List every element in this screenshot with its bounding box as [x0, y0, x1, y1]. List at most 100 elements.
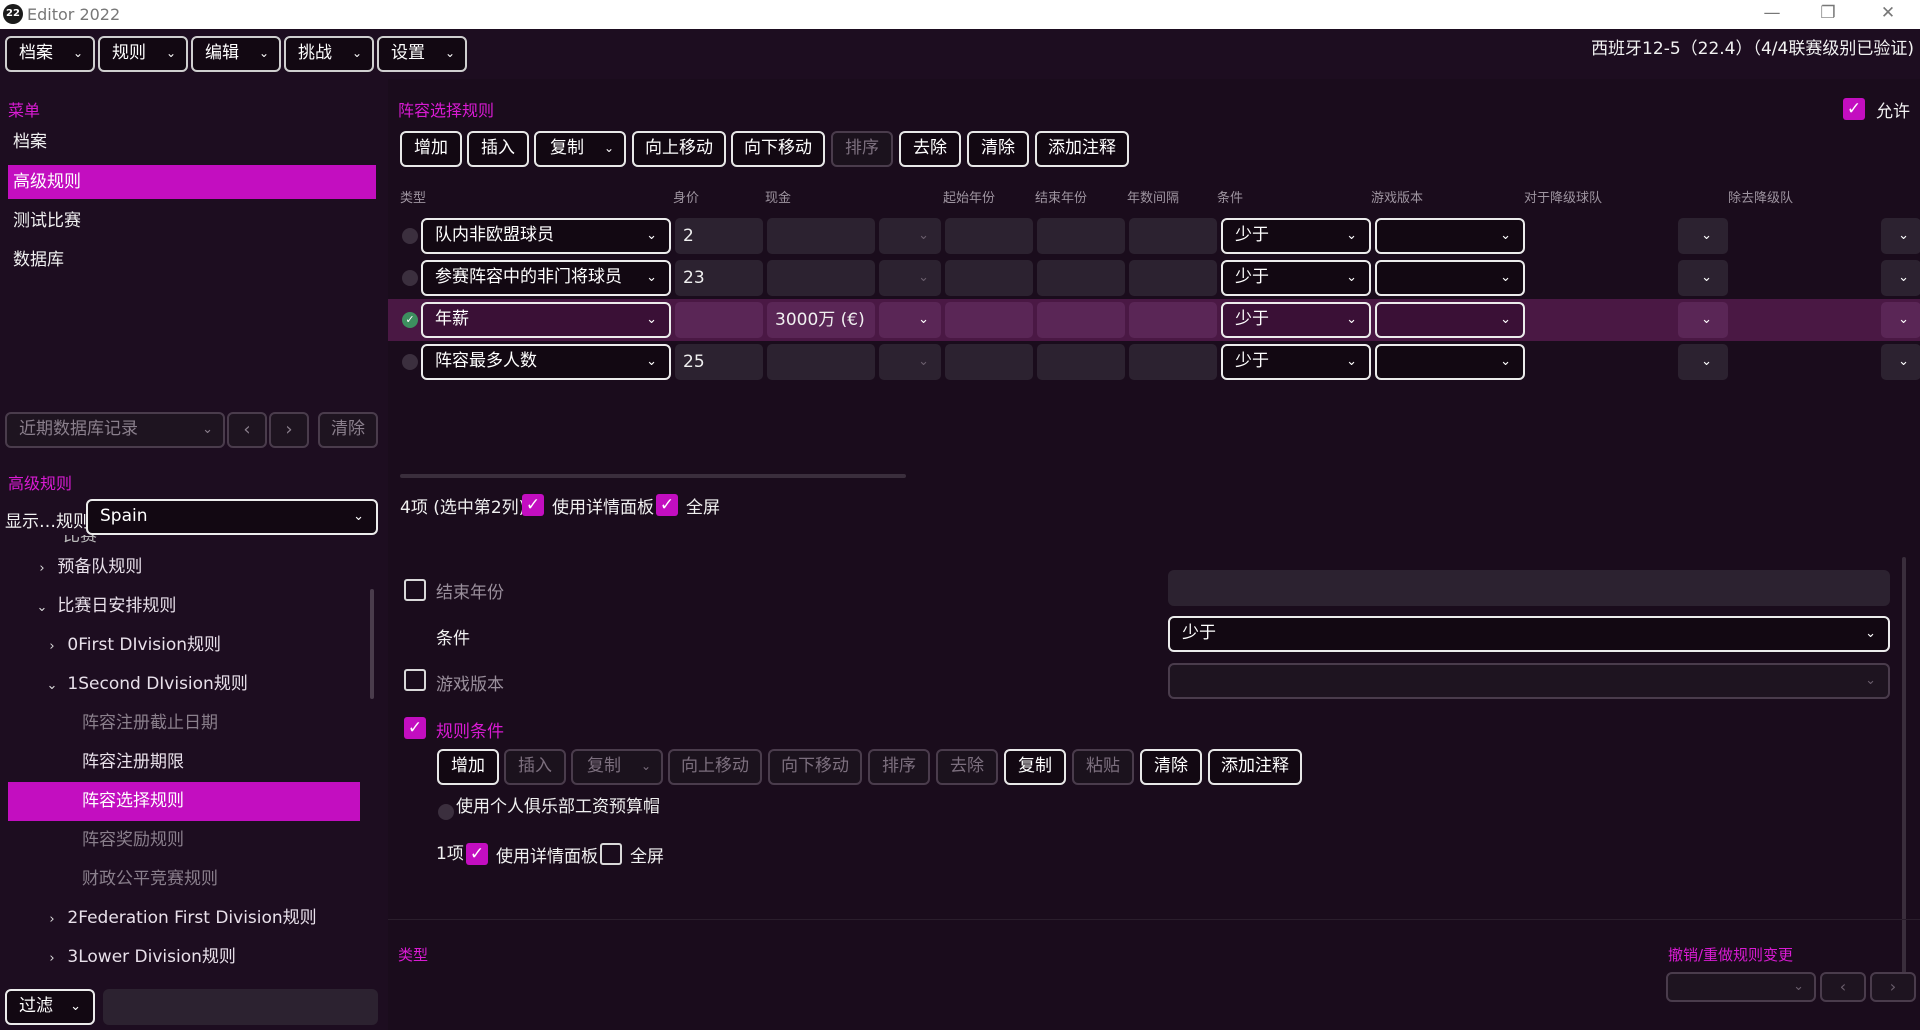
- row-interval-input[interactable]: [1129, 302, 1217, 338]
- table-hscrollbar[interactable]: [400, 474, 906, 478]
- tree-scrollbar[interactable]: [370, 589, 374, 699]
- row-cash-unit-dropdown[interactable]: ⌄: [879, 260, 941, 296]
- sub-duplicate-button[interactable]: 复制: [1004, 749, 1066, 785]
- sub-copy-dropdown-button[interactable]: 复制 ⌄: [571, 749, 663, 785]
- row-game-version-dropdown[interactable]: ⌄: [1375, 302, 1525, 338]
- menu-challenge-button[interactable]: 挑战 ⌄: [284, 36, 374, 72]
- sub-sort-button[interactable]: 排序: [868, 749, 930, 785]
- add-comment-button[interactable]: 添加注释: [1035, 131, 1129, 167]
- row-exclude-dropdown[interactable]: ⌄: [1881, 218, 1920, 254]
- row-type-dropdown[interactable]: 年薪 ⌄: [421, 302, 671, 338]
- row-value-input[interactable]: 25: [675, 344, 763, 380]
- row-interval-input[interactable]: [1129, 218, 1217, 254]
- restore-icon[interactable]: ❐: [1808, 3, 1848, 23]
- menu-file-button[interactable]: 档案 ⌄: [5, 36, 95, 72]
- filter-input[interactable]: [103, 989, 378, 1025]
- clear-recent-button[interactable]: 清除: [318, 412, 378, 448]
- row-exclude-dropdown[interactable]: ⌄: [1881, 260, 1920, 296]
- row-cash-unit-dropdown[interactable]: ⌄: [879, 344, 941, 380]
- tree-item-ffp[interactable]: 财政公平竞赛规则: [82, 860, 218, 899]
- row-cash-input[interactable]: [767, 344, 875, 380]
- tree-item-federation-first[interactable]: › 2Federation First Division规则: [42, 899, 316, 938]
- row-start-year-input[interactable]: [945, 302, 1033, 338]
- rule-condition-checkbox[interactable]: ✓: [404, 717, 426, 739]
- sub-use-detail-checkbox[interactable]: ✓: [466, 843, 488, 865]
- row-start-year-input[interactable]: [945, 260, 1033, 296]
- tree-item-registration-period[interactable]: 阵容注册期限: [82, 743, 184, 782]
- row-condition-dropdown[interactable]: 少于 ⌄: [1221, 218, 1371, 254]
- row-cash-input[interactable]: 3000万 (€): [767, 302, 875, 338]
- row-end-year-input[interactable]: [1037, 344, 1125, 380]
- sub-add-button[interactable]: 增加: [437, 749, 499, 785]
- row-condition-dropdown[interactable]: 少于 ⌄: [1221, 260, 1371, 296]
- filter-dropdown[interactable]: 过滤 ⌄: [5, 989, 95, 1025]
- chevron-right-icon[interactable]: ›: [269, 412, 309, 448]
- tree-item-squad-bonus[interactable]: 阵容奖励规则: [82, 821, 184, 860]
- row-game-version-dropdown[interactable]: ⌄: [1375, 260, 1525, 296]
- condition-dropdown[interactable]: 少于 ⌄: [1168, 616, 1890, 652]
- menu-item-advanced-rules[interactable]: 高级规则: [8, 165, 376, 199]
- sub-add-comment-button[interactable]: 添加注释: [1208, 749, 1302, 785]
- game-version-checkbox[interactable]: [404, 669, 426, 691]
- chevron-left-icon[interactable]: ‹: [1820, 972, 1866, 1002]
- row-game-version-dropdown[interactable]: ⌄: [1375, 218, 1525, 254]
- tree-item-matchday-rules[interactable]: ⌄ 比赛日安排规则: [32, 587, 177, 626]
- menu-item-test-match[interactable]: 测试比赛: [8, 204, 376, 238]
- row-exclude-dropdown[interactable]: ⌄: [1881, 302, 1920, 338]
- row-cash-unit-dropdown[interactable]: ⌄: [879, 218, 941, 254]
- chevron-right-icon[interactable]: ›: [1870, 972, 1916, 1002]
- sub-fullscreen-checkbox[interactable]: [600, 843, 622, 865]
- fullscreen-checkbox[interactable]: ✓: [656, 494, 678, 516]
- row-relegated-dropdown[interactable]: ⌄: [1678, 344, 1728, 380]
- row-cash-input[interactable]: [767, 218, 875, 254]
- tree-item-second-division[interactable]: ⌄ 1Second DIvision规则: [42, 665, 248, 704]
- row-value-input[interactable]: [675, 302, 763, 338]
- minimize-icon[interactable]: —: [1752, 3, 1792, 23]
- table-row[interactable]: 队内非欧盟球员 ⌄ 2 ⌄ 少于 ⌄ ⌄ ⌄ ⌄: [388, 215, 1920, 257]
- row-cash-input[interactable]: [767, 260, 875, 296]
- close-icon[interactable]: ✕: [1868, 3, 1908, 23]
- tree-item-first-division[interactable]: › 0First DIvision规则: [42, 626, 221, 665]
- row-condition-dropdown[interactable]: 少于 ⌄: [1221, 344, 1371, 380]
- remove-button[interactable]: 去除: [899, 131, 961, 167]
- table-row-selected[interactable]: ✓ 年薪 ⌄ 3000万 (€) ⌄ 少于 ⌄ ⌄ ⌄ ⌄: [388, 299, 1920, 341]
- sub-insert-button[interactable]: 插入: [504, 749, 566, 785]
- recent-db-dropdown[interactable]: 近期数据库记录 ⌄: [5, 412, 225, 448]
- menu-item-database[interactable]: 数据库: [8, 243, 376, 277]
- sub-move-down-button[interactable]: 向下移动: [768, 749, 862, 785]
- insert-button[interactable]: 插入: [467, 131, 529, 167]
- menu-item-file[interactable]: 档案: [8, 125, 376, 159]
- move-up-button[interactable]: 向上移动: [632, 131, 726, 167]
- row-relegated-dropdown[interactable]: ⌄: [1678, 218, 1728, 254]
- row-start-year-input[interactable]: [945, 218, 1033, 254]
- sub-item-label[interactable]: 使用个人俱乐部工资预算帽: [456, 792, 660, 817]
- row-interval-input[interactable]: [1129, 344, 1217, 380]
- row-game-version-dropdown[interactable]: ⌄: [1375, 344, 1525, 380]
- row-value-input[interactable]: 2: [675, 218, 763, 254]
- end-year-checkbox[interactable]: [404, 579, 426, 601]
- row-interval-input[interactable]: [1129, 260, 1217, 296]
- copy-dropdown-button[interactable]: 复制 ⌄: [534, 131, 626, 167]
- row-end-year-input[interactable]: [1037, 302, 1125, 338]
- game-version-dropdown[interactable]: ⌄: [1168, 663, 1890, 699]
- row-end-year-input[interactable]: [1037, 218, 1125, 254]
- clear-button[interactable]: 清除: [967, 131, 1029, 167]
- row-type-dropdown[interactable]: 参赛阵容中的非门将球员 ⌄: [421, 260, 671, 296]
- tree-item-reserve-rules[interactable]: › 预备队规则: [32, 548, 142, 587]
- undo-redo-dropdown[interactable]: ⌄: [1666, 972, 1816, 1002]
- menu-rules-button[interactable]: 规则 ⌄: [98, 36, 188, 72]
- row-type-dropdown[interactable]: 阵容最多人数 ⌄: [421, 344, 671, 380]
- sub-move-up-button[interactable]: 向上移动: [668, 749, 762, 785]
- row-value-input[interactable]: 23: [675, 260, 763, 296]
- row-relegated-dropdown[interactable]: ⌄: [1678, 302, 1728, 338]
- detail-vscrollbar[interactable]: [1902, 557, 1906, 987]
- menu-settings-button[interactable]: 设置 ⌄: [377, 36, 467, 72]
- move-down-button[interactable]: 向下移动: [731, 131, 825, 167]
- chevron-left-icon[interactable]: ‹: [227, 412, 267, 448]
- show-rules-dropdown[interactable]: Spain ⌄: [86, 499, 378, 535]
- row-start-year-input[interactable]: [945, 344, 1033, 380]
- sort-button[interactable]: 排序: [831, 131, 893, 167]
- sub-clear-button[interactable]: 清除: [1140, 749, 1202, 785]
- use-detail-checkbox[interactable]: ✓: [522, 494, 544, 516]
- tree-item-lower-division[interactable]: › 3Lower Division规则: [42, 938, 236, 977]
